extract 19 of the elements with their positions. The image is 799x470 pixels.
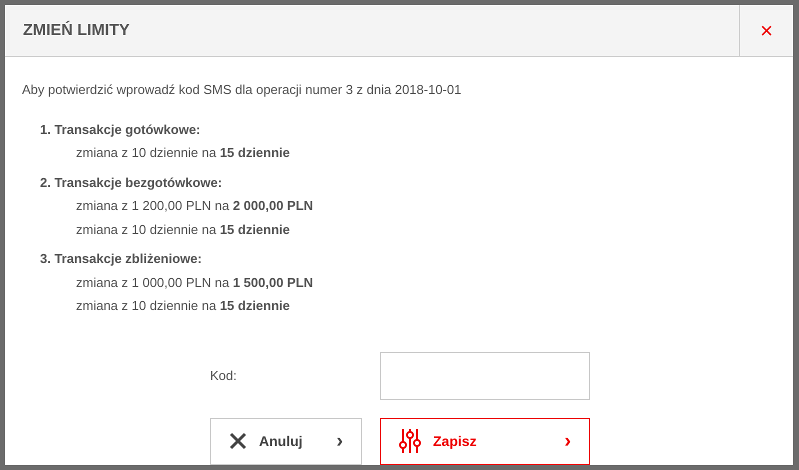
change-line: zmiana z 10 dziennie na 15 dziennie (76, 297, 291, 315)
change-line: zmiana z 1 200,00 PLN na 2 000,00 PLN (76, 197, 314, 215)
change-line: zmiana z 1 000,00 PLN na 1 500,00 PLN (76, 274, 314, 292)
sliders-icon (399, 429, 421, 453)
dialog-title: ZMIEŃ LIMITY (23, 20, 130, 40)
change-line: zmiana z 10 dziennie na 15 dziennie (76, 220, 291, 238)
chevron-icon: › (564, 431, 571, 451)
close-icon (229, 432, 247, 450)
cancel-button[interactable]: Anuluj › (210, 418, 362, 464)
save-button[interactable]: Zapisz › (380, 418, 590, 464)
intro-text: Aby potwierdzić wprowadź kod SMS dla operacji numer 3 z dnia 2018-10-01 (22, 81, 462, 99)
chevron-icon: › (336, 431, 343, 451)
code-input-field[interactable] (380, 352, 590, 400)
close-button[interactable]: × (739, 5, 793, 56)
code-label: Kod: (210, 366, 238, 385)
section-heading: 1. Transakcje gotówkowe: (40, 120, 202, 139)
change-line: zmiana z 10 dziennie na 15 dziennie (76, 144, 291, 162)
section-heading: 3. Transakcje zbliżeniowe: (40, 250, 203, 268)
section-heading: 2. Transakcje bezgotówkowe: (40, 174, 224, 192)
